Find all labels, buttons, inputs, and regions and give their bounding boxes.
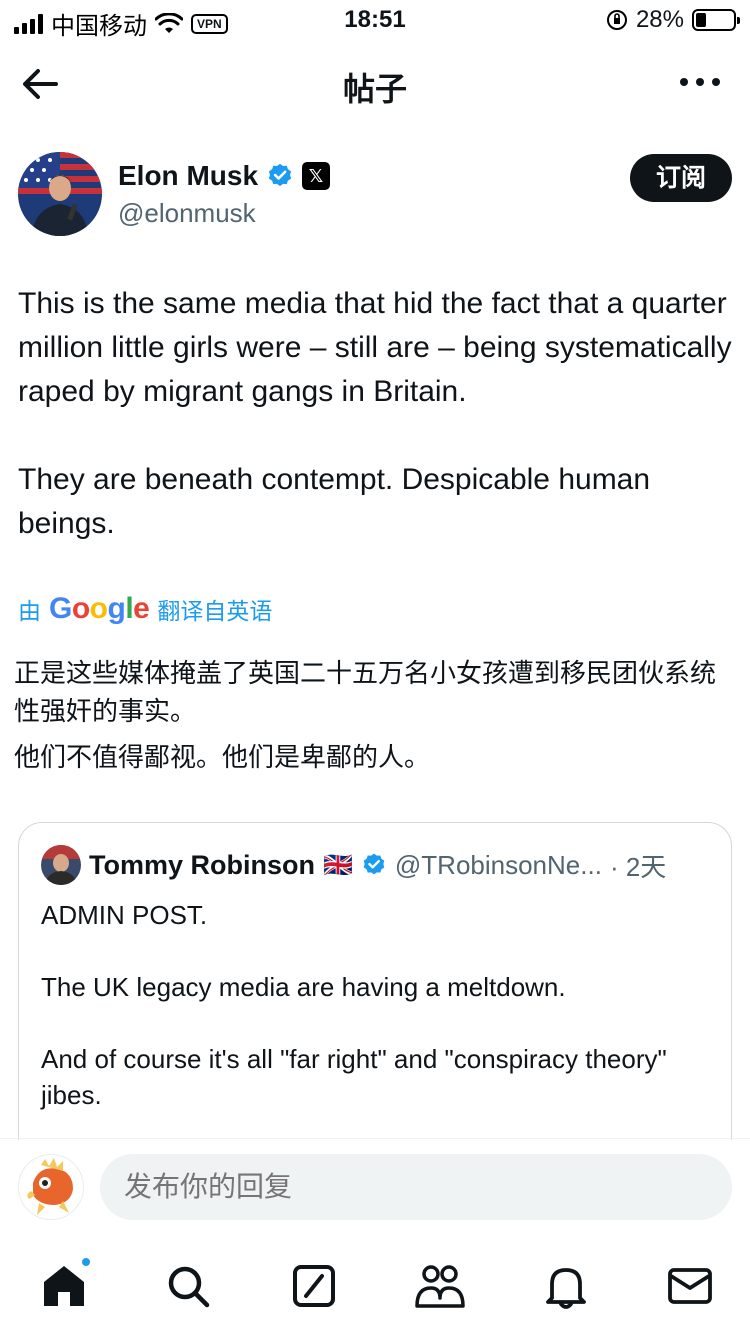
quoted-author-avatar bbox=[41, 845, 81, 885]
bottom-nav bbox=[0, 1244, 750, 1334]
quoted-tweet[interactable]: Tommy Robinson 🇬🇧 @TRobinsonNe... · 2天 A… bbox=[18, 822, 732, 1162]
search-icon bbox=[168, 1266, 210, 1308]
orientation-lock-icon bbox=[606, 10, 627, 30]
translated-text: 正是这些媒体掩盖了英国二十五万名小女孩遭到移民团伙系统性强奸的事实。 他们不值得… bbox=[14, 654, 732, 784]
x-affiliate-icon: 𝕏 bbox=[302, 162, 331, 190]
notification-dot bbox=[80, 1256, 92, 1268]
uk-flag-icon: 🇬🇧 bbox=[323, 851, 353, 879]
translation-attribution: 由 Google 翻译自英语 bbox=[18, 592, 272, 626]
nav-communities[interactable] bbox=[414, 1260, 466, 1312]
verified-icon bbox=[363, 853, 385, 875]
subscribe-button[interactable]: 订阅 bbox=[629, 154, 732, 202]
top-bar: 帖子 bbox=[0, 48, 750, 120]
page-title: 帖子 bbox=[342, 71, 407, 107]
bell-icon bbox=[546, 1268, 586, 1309]
battery-icon bbox=[692, 9, 740, 31]
tweet-author: Elon Musk 𝕏 @elonmusk 订阅 bbox=[18, 152, 732, 238]
translated-paragraph: 正是这些媒体掩盖了英国二十五万名小女孩遭到移民团伙系统性强奸的事实。 bbox=[14, 658, 717, 726]
reply-bar bbox=[0, 1140, 750, 1236]
battery-percent: 28% bbox=[635, 6, 684, 33]
quoted-tweet-header: Tommy Robinson 🇬🇧 @TRobinsonNe... · 2天 bbox=[41, 845, 666, 885]
translated-paragraph: 他们不值得鄙视。他们是卑鄙的人。 bbox=[14, 742, 431, 772]
nav-grok[interactable] bbox=[288, 1260, 340, 1312]
nav-home[interactable] bbox=[38, 1256, 92, 1312]
grok-icon bbox=[293, 1265, 335, 1307]
reply-input[interactable] bbox=[100, 1154, 732, 1220]
quoted-tweet-text: ADMIN POST. The UK legacy media are havi… bbox=[41, 900, 667, 1110]
divider bbox=[0, 1138, 750, 1139]
quoted-author-handle: @TRobinsonNe... bbox=[394, 849, 602, 880]
tweet-text: This is the same media that hid the fact… bbox=[18, 287, 732, 540]
my-avatar[interactable] bbox=[18, 1154, 84, 1220]
more-options-button[interactable] bbox=[680, 78, 720, 86]
quoted-author-name: Tommy Robinson bbox=[89, 849, 315, 880]
nav-explore[interactable] bbox=[162, 1260, 214, 1312]
author-handle[interactable]: @elonmusk bbox=[118, 198, 256, 229]
communities-icon bbox=[415, 1265, 465, 1308]
google-logo: Google bbox=[49, 592, 150, 625]
translate-prefix: 由 bbox=[18, 598, 41, 624]
translate-source[interactable]: 翻译自英语 bbox=[157, 592, 272, 626]
author-name[interactable]: Elon Musk bbox=[118, 160, 258, 192]
nav-notifications[interactable] bbox=[540, 1260, 592, 1312]
mail-icon bbox=[668, 1268, 712, 1304]
author-name-row: Elon Musk 𝕏 bbox=[118, 160, 331, 192]
quoted-tweet-time: · 2天 bbox=[609, 851, 667, 882]
author-avatar[interactable] bbox=[18, 152, 102, 236]
home-icon bbox=[44, 1266, 84, 1306]
verified-icon bbox=[268, 163, 292, 187]
status-bar: 中国移动 VPN 18:51 28% bbox=[0, 0, 750, 40]
nav-messages[interactable] bbox=[664, 1260, 716, 1312]
